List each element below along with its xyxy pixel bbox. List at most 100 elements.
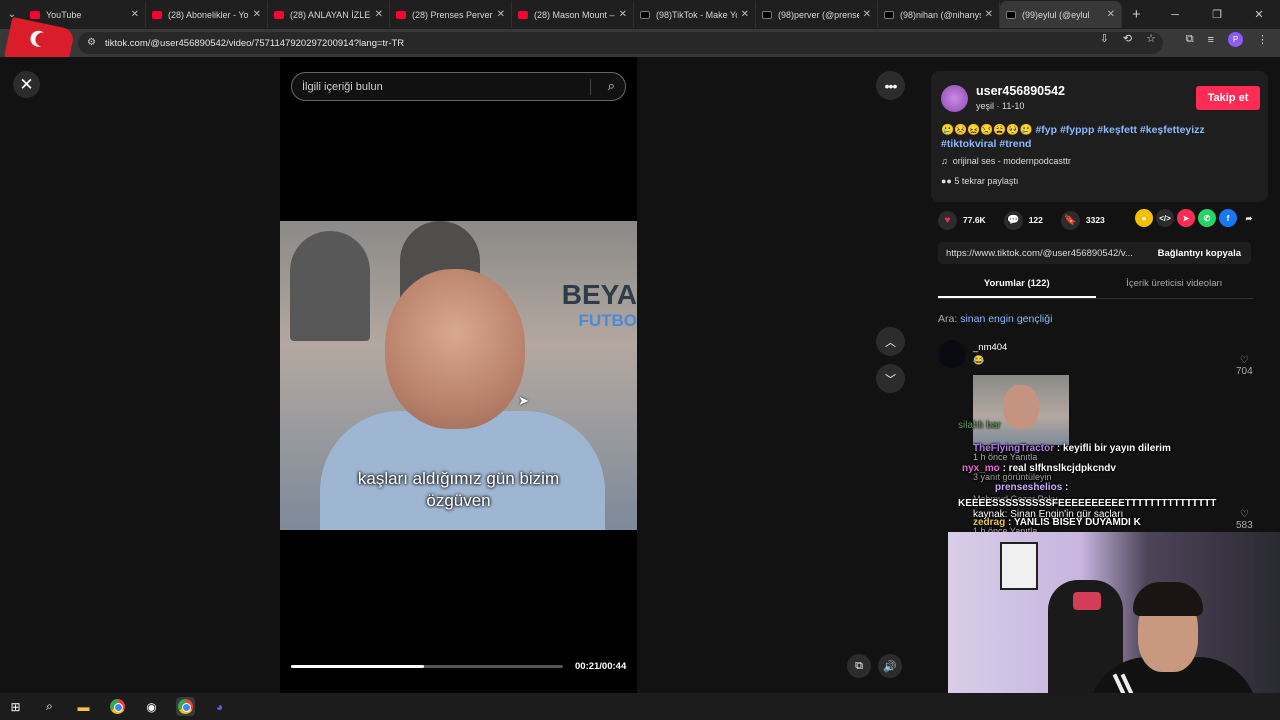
restore-icon[interactable]: ❐	[1196, 8, 1238, 21]
tab-close-icon[interactable]: ✕	[741, 9, 749, 20]
tab-title: YouTube	[46, 9, 82, 20]
next-video-chevron-down-icon[interactable]: ﹀	[876, 364, 905, 393]
discord-icon[interactable]: ◕	[210, 697, 229, 716]
username[interactable]: user456890542	[976, 84, 1065, 98]
tab-close-icon[interactable]: ✕	[1107, 9, 1115, 20]
bookmark-icon[interactable]: 🔖	[1060, 210, 1080, 230]
windows-taskbar: ⊞ ⌕ ▬ ◉ ◕	[0, 693, 1280, 720]
translate-icon[interactable]: ⟲	[1123, 32, 1132, 45]
description-emojis: 🥲😣😖😒😩🥺🥲	[941, 124, 1033, 136]
action-row: ♥ 77.6K 💬 122 🔖 3323 ● </> ➤ ✆ f ➦	[938, 209, 1258, 231]
new-tab-button[interactable]: +	[1132, 6, 1141, 23]
install-app-icon[interactable]: ⇩	[1100, 32, 1109, 45]
share-arrow-icon[interactable]: ➦	[1240, 209, 1258, 227]
browser-tab[interactable]: (98)perver (@prense ✕	[756, 1, 878, 28]
video-link[interactable]: https://www.tiktok.com/@user456890542/v.…	[938, 248, 1148, 259]
previous-video-chevron-up-icon[interactable]: ︿	[876, 327, 905, 356]
streamer-hair	[1133, 582, 1203, 616]
volume-icon[interactable]: 🔊	[878, 654, 902, 678]
url-field[interactable]: ⚙ tiktok.com/@user456890542/video/757114…	[78, 32, 1163, 54]
tab-comments[interactable]: Yorumlar (122)	[938, 273, 1096, 298]
related-search-term[interactable]: sinan engin gençliği	[960, 313, 1052, 325]
browser-tab[interactable]: (28) Mason Mount – ✕	[512, 1, 634, 28]
tab-creator-videos[interactable]: İçerik üreticisi videoları	[1096, 273, 1254, 298]
send-icon[interactable]: ➤	[1177, 209, 1195, 227]
tab-close-icon[interactable]: ✕	[253, 9, 261, 20]
browser-tab-bar: ⌄ YouTube ✕ (28) Abonelikler - You ✕ (28) AN…	[0, 0, 1280, 29]
steam-icon[interactable]: ◉	[142, 697, 161, 716]
search-icon[interactable]: ⌕	[608, 78, 615, 94]
comment-username[interactable]: _nm404	[973, 342, 1007, 353]
chrome-icon[interactable]	[108, 697, 127, 716]
search-icon[interactable]: ⌕	[40, 697, 59, 716]
search-divider	[590, 79, 591, 95]
comment-like[interactable]: ♡ 583	[1236, 509, 1253, 531]
youtube-favicon-icon	[30, 10, 40, 19]
tab-close-icon[interactable]: ✕	[131, 9, 139, 20]
tiktok-favicon-icon	[1006, 10, 1016, 19]
facebook-icon[interactable]: f	[1219, 209, 1237, 227]
youtube-favicon-icon	[152, 10, 162, 19]
site-info-icon[interactable]: ⚙	[87, 37, 96, 48]
comment-text: 😂	[973, 355, 985, 365]
streamer-webcam	[948, 532, 1280, 720]
search-input[interactable]: İlgili içeriği bulun ⌕	[291, 72, 626, 101]
video-frame: BEYA FUTBO kaşları aldığımız gün bizim ö…	[280, 221, 637, 530]
more-options-icon[interactable]: •••	[876, 71, 905, 100]
coin-icon[interactable]: ●	[1135, 209, 1153, 227]
tab-close-icon[interactable]: ✕	[497, 9, 505, 20]
browser-tab[interactable]: (28) Prenses Perver - ✕	[390, 1, 512, 28]
embed-icon[interactable]: </>	[1156, 209, 1174, 227]
browser-tab[interactable]: (28) ANLAYAN İZLESİN ✕	[268, 1, 390, 28]
tab-close-icon[interactable]: ✕	[985, 9, 993, 20]
tab-close-icon[interactable]: ✕	[619, 9, 627, 20]
floating-player-icon[interactable]: ⧉	[847, 654, 871, 678]
chat-username: prenseshelios	[995, 482, 1063, 493]
chair-logo	[1073, 592, 1101, 610]
video-player[interactable]: İlgili içeriği bulun ⌕ BEYA FUTBO kaşlar…	[280, 57, 637, 693]
sound-link[interactable]: ♫ orijinal ses - modernpodcasttr	[941, 156, 1071, 166]
like-count: 77.6K	[963, 215, 986, 225]
tiktok-favicon-icon	[640, 10, 650, 19]
post-meta: yeşil · 11-10	[976, 101, 1025, 111]
heart-outline-icon[interactable]: ♡	[1236, 509, 1253, 520]
extensions-icon[interactable]: ⧉	[1186, 33, 1194, 46]
address-bar-row: ⚙ tiktok.com/@user456890542/video/757114…	[0, 29, 1280, 57]
comment-avatar[interactable]	[938, 340, 966, 368]
comment-icon[interactable]: 💬	[1003, 210, 1023, 230]
url-actions: ⇩ ⟲ ☆	[1100, 32, 1156, 45]
browser-tab[interactable]: (98)TikTok - Make Yo ✕	[634, 1, 756, 28]
whatsapp-icon[interactable]: ✆	[1198, 209, 1216, 227]
windows-start-icon[interactable]: ⊞	[6, 697, 25, 716]
heart-outline-icon[interactable]: ♡	[1236, 355, 1253, 366]
chrome-active-icon[interactable]	[176, 697, 195, 716]
comment-like-count: 583	[1236, 520, 1253, 531]
bookmark-star-icon[interactable]: ☆	[1146, 32, 1156, 45]
copy-link-button[interactable]: Bağlantıyı kopyala	[1148, 248, 1251, 259]
related-search-prefix: Ara:	[938, 313, 958, 325]
tab-title: (98)TikTok - Make Yo	[656, 9, 737, 20]
menu-icon[interactable]: ⋮	[1257, 33, 1268, 46]
video-progress-bar[interactable]	[291, 665, 563, 668]
user-avatar[interactable]	[941, 85, 968, 112]
comment-video-thumbnail[interactable]	[973, 375, 1069, 445]
browser-tab[interactable]: (99)eylul (@eylul ✕	[1000, 1, 1122, 28]
tab-title: (28) Abonelikler - You	[168, 9, 249, 20]
speaker-head	[385, 269, 525, 429]
profile-avatar[interactable]: P	[1228, 32, 1243, 47]
comment-like[interactable]: ♡ 704	[1236, 355, 1253, 377]
browser-tab[interactable]: (98)nihan (@nihanys ✕	[878, 1, 1000, 28]
browser-tab[interactable]: (28) Abonelikler - You ✕	[146, 1, 268, 28]
tab-close-icon[interactable]: ✕	[863, 9, 871, 20]
heart-icon[interactable]: ♥	[938, 210, 957, 230]
tab-close-icon[interactable]: ✕	[375, 9, 383, 20]
close-window-icon[interactable]: ✕	[1238, 8, 1280, 21]
follow-button[interactable]: Takip et	[1196, 86, 1260, 110]
close-icon[interactable]: ✕	[13, 71, 40, 98]
background-person	[290, 231, 370, 341]
minimize-icon[interactable]: ─	[1154, 9, 1196, 21]
reading-list-icon[interactable]: ≡	[1208, 34, 1214, 46]
file-explorer-icon[interactable]: ▬	[74, 697, 93, 716]
related-search[interactable]: Ara: sinan engin gençliği	[938, 313, 1052, 325]
background-logo-sub: FUTBO	[578, 311, 637, 330]
